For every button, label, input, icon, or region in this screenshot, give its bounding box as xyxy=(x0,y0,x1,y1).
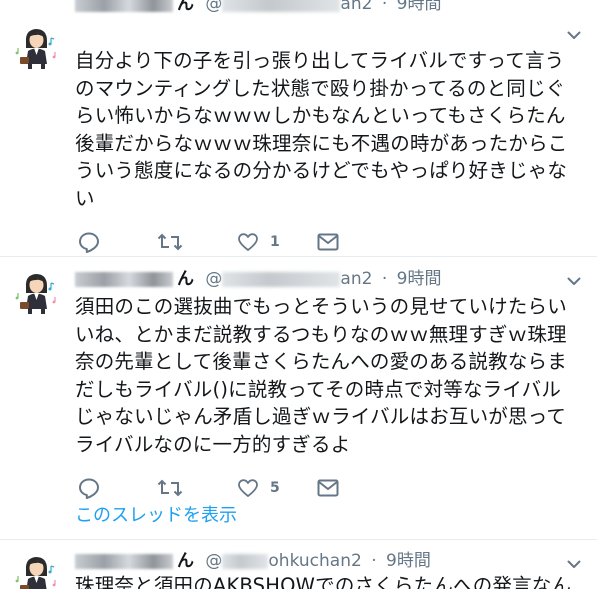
display-name[interactable]: ん xyxy=(75,551,194,571)
display-name[interactable]: ん xyxy=(75,0,194,14)
avatar[interactable] xyxy=(14,24,60,70)
timestamp[interactable]: 9時間 xyxy=(386,551,431,571)
redacted-handle xyxy=(222,0,341,12)
retweet-button[interactable] xyxy=(157,475,193,501)
redacted-name xyxy=(75,0,173,12)
separator: · xyxy=(371,551,377,571)
display-name[interactable]: ん xyxy=(75,269,194,289)
tweet-header: ん @ an2 · 9時間 xyxy=(75,0,441,16)
retweet-icon xyxy=(157,476,183,500)
redacted-name xyxy=(75,553,173,569)
redacted-handle xyxy=(222,271,341,287)
envelope-icon xyxy=(316,230,340,254)
reply-button[interactable] xyxy=(77,475,111,501)
tweet-actions: 5 xyxy=(75,475,375,501)
like-button[interactable]: 1 xyxy=(236,229,280,255)
chevron-down-icon[interactable] xyxy=(567,557,581,571)
reply-icon xyxy=(77,230,101,254)
user-handle[interactable]: @ an2 xyxy=(205,269,372,289)
avatar[interactable] xyxy=(14,269,60,315)
redacted-name xyxy=(75,271,173,287)
reply-icon xyxy=(77,476,101,500)
like-button[interactable]: 5 xyxy=(236,475,280,501)
tweet-header: ん @ ohkuchan2 · 9時間 xyxy=(75,549,431,573)
retweet-button[interactable] xyxy=(157,229,193,255)
user-handle[interactable]: @ ohkuchan2 xyxy=(205,551,361,571)
tweet-text: 自分より下の子を引っ張り出してライバルですって言う のマウンティングした状態で殴… xyxy=(75,49,568,210)
chevron-down-icon[interactable] xyxy=(567,28,581,42)
reply-button[interactable] xyxy=(77,229,111,255)
timestamp[interactable]: 9時間 xyxy=(397,269,442,289)
tweet-2[interactable]: ん @ an2 · 9時間 須田のこの選抜曲でもっとそういうの見せていけたらい い… xyxy=(0,257,597,539)
like-count: 1 xyxy=(270,234,280,250)
show-thread-link[interactable]: このスレッドを表示 xyxy=(75,504,237,528)
separator: · xyxy=(381,0,388,14)
user-handle[interactable]: @ an2 xyxy=(205,0,372,14)
timestamp[interactable]: 9時間 xyxy=(397,0,442,14)
tweet-text: 珠理奈と須田のAKBSHOWでのさくらたんへの発言なん xyxy=(75,574,572,589)
tweet-actions: 1 xyxy=(75,229,375,255)
heart-icon xyxy=(236,476,260,500)
separator: · xyxy=(381,269,388,289)
retweet-icon xyxy=(157,230,183,254)
direct-message-button[interactable] xyxy=(316,475,340,501)
like-count: 5 xyxy=(270,480,280,496)
timeline: ん @ an2 · 9時間 自分より下の子を引っ張り出してライバルですって言う の… xyxy=(0,0,597,589)
tweet-1[interactable]: ん @ an2 · 9時間 自分より下の子を引っ張り出してライバルですって言う の… xyxy=(0,0,597,256)
envelope-icon xyxy=(316,476,340,500)
heart-icon xyxy=(236,230,260,254)
avatar[interactable] xyxy=(14,552,60,589)
direct-message-button[interactable] xyxy=(316,229,340,255)
tweet-header: ん @ an2 · 9時間 xyxy=(75,267,441,291)
tweet-3[interactable]: ん @ ohkuchan2 · 9時間 珠理奈と須田のAKBSHOWでのさくらたん… xyxy=(0,540,597,589)
chevron-down-icon[interactable] xyxy=(567,274,581,288)
redacted-handle xyxy=(222,553,269,569)
tweet-text: 須田のこの選抜曲でもっとそういうの見せていけたらい いね、とかまだ説教するつもり… xyxy=(75,295,567,456)
